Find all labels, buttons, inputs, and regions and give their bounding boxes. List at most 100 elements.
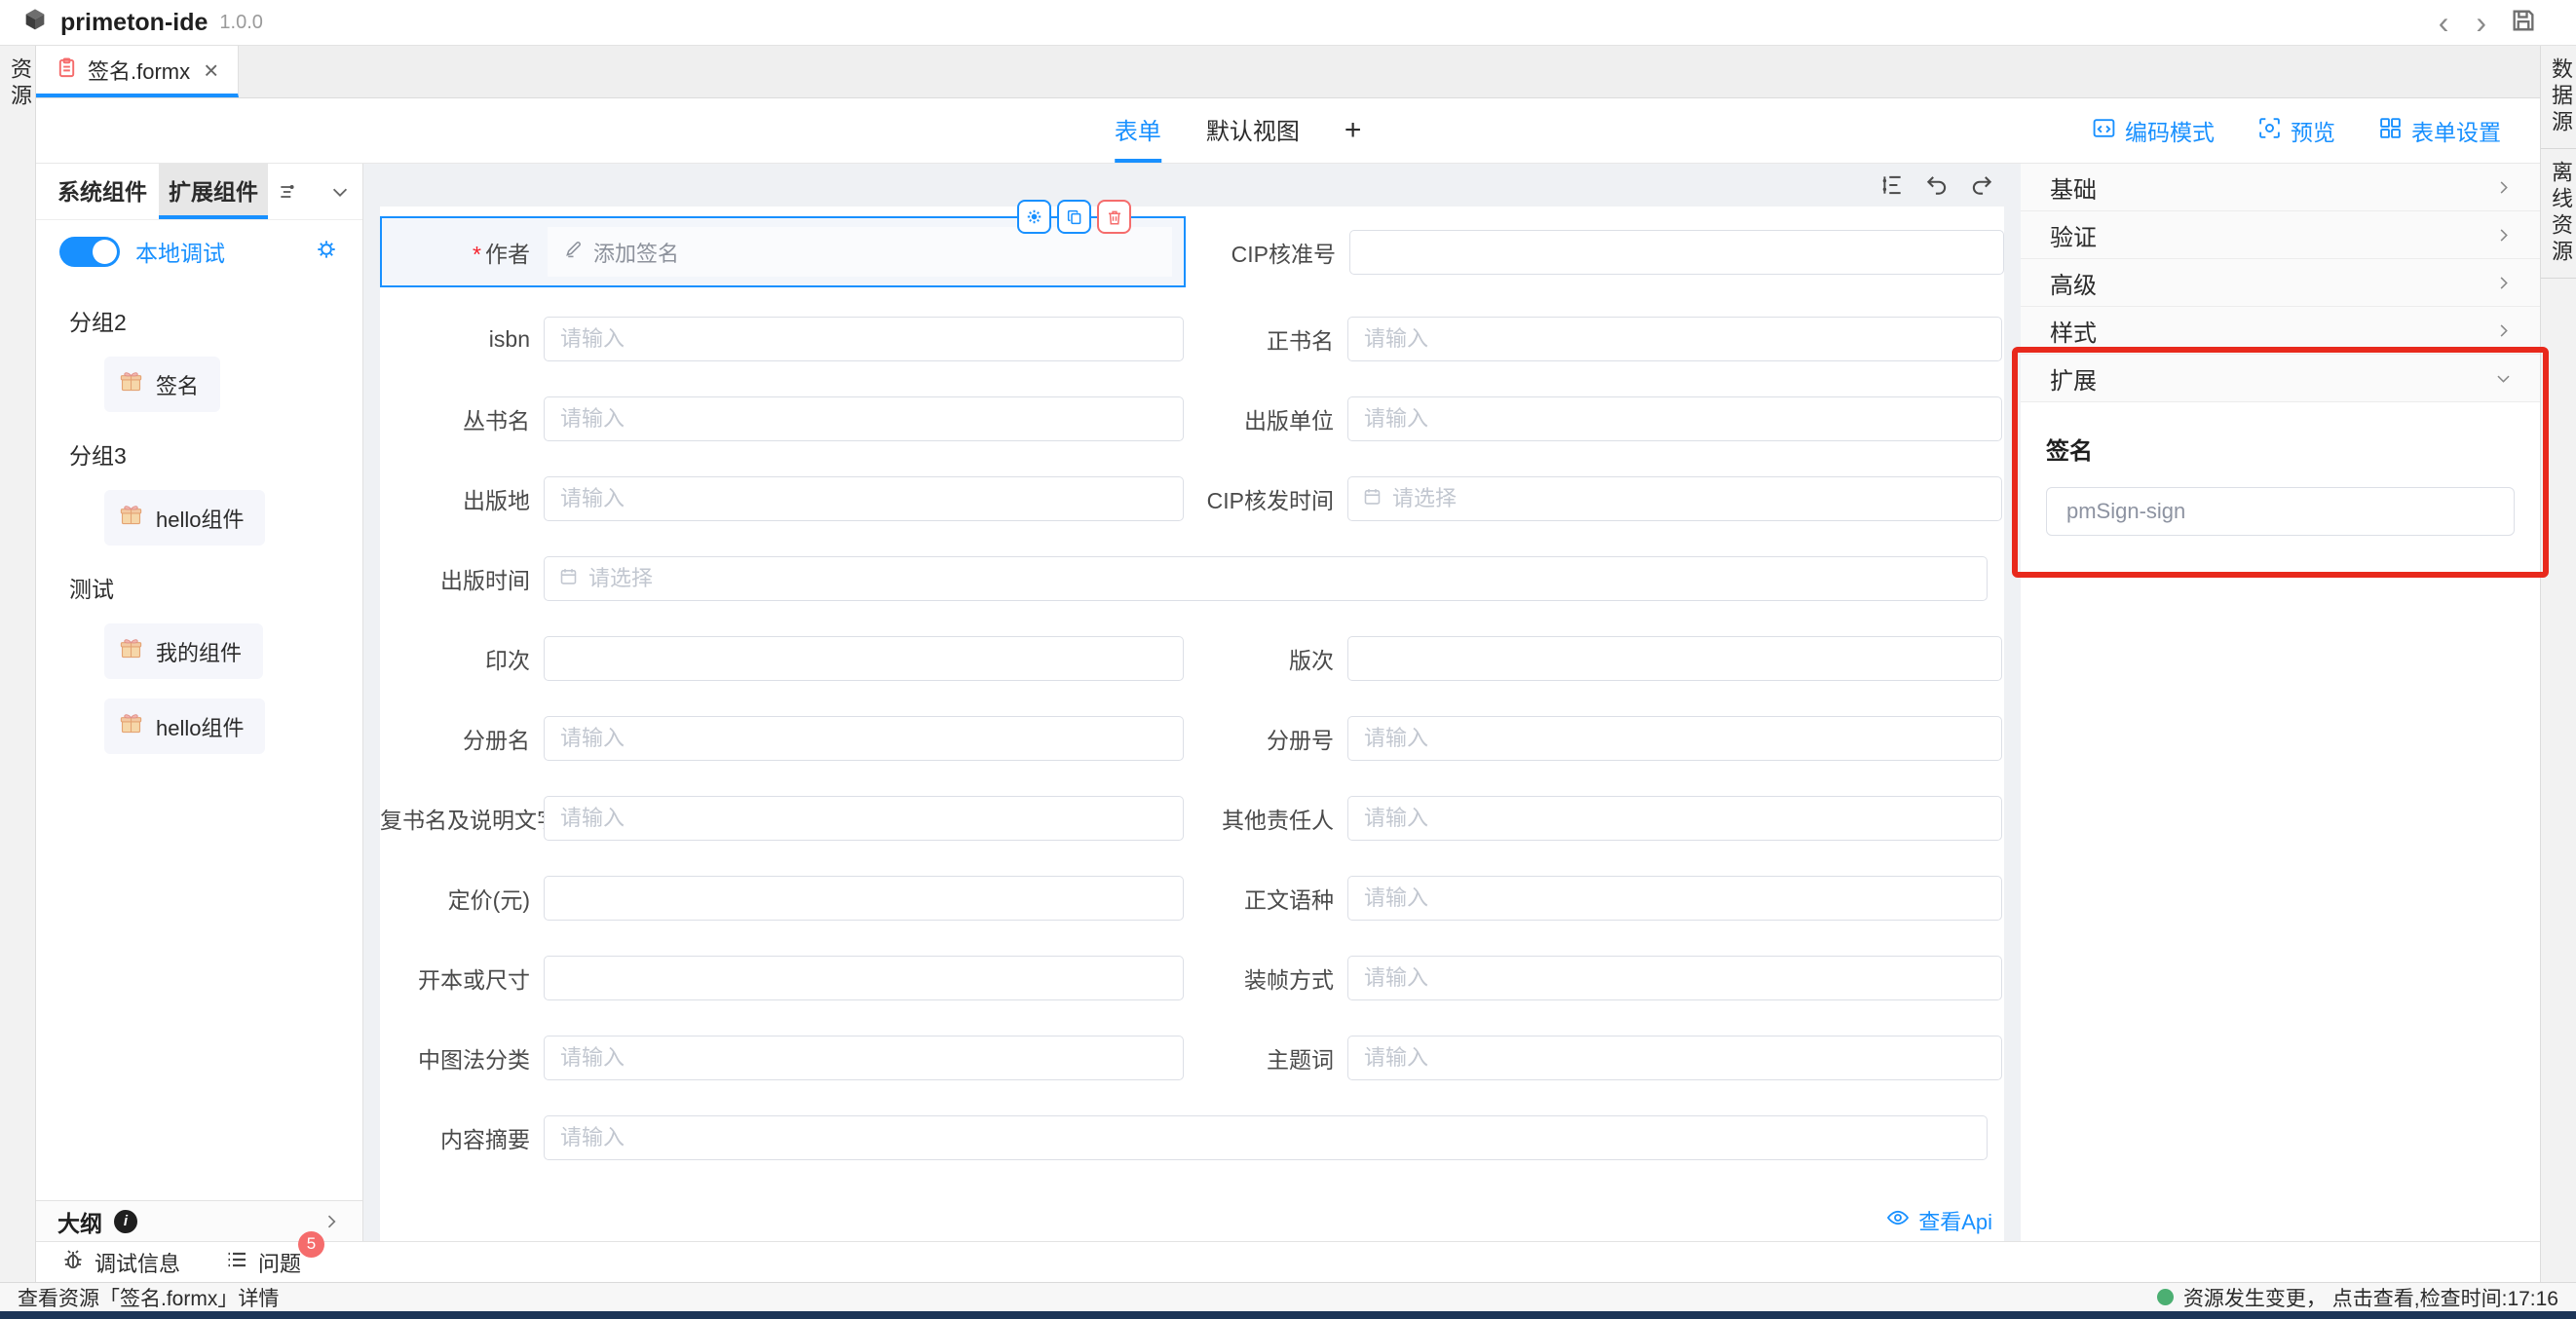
- tab-form[interactable]: 表单: [1115, 98, 1161, 163]
- preview-button[interactable]: 预览: [2257, 114, 2335, 147]
- form-input-series[interactable]: [544, 396, 1184, 441]
- form-input-isbn[interactable]: [544, 317, 1184, 361]
- form-cell: isbn: [380, 317, 1184, 361]
- local-debug-toggle[interactable]: [59, 237, 120, 267]
- component-filter-icon[interactable]: [278, 164, 297, 219]
- signature-prop-input[interactable]: [2046, 487, 2515, 536]
- form-input-subject[interactable]: [1347, 1036, 2002, 1080]
- component-card-hello[interactable]: hello组件: [104, 490, 265, 546]
- form-input-volume-no[interactable]: [1347, 716, 2002, 761]
- local-debug-label: 本地调试: [135, 235, 225, 268]
- outline-tree-icon[interactable]: [1879, 172, 1905, 198]
- form-label-series: 丛书名: [380, 402, 544, 435]
- local-debug-row: 本地调试: [36, 220, 362, 283]
- form-input-pubplace[interactable]: [544, 476, 1184, 521]
- cip-number-input[interactable]: [1349, 230, 2004, 275]
- component-card-label: hello组件: [156, 503, 244, 534]
- form-input-binding[interactable]: [1347, 956, 2002, 1000]
- form-row: 丛书名 出版单位: [380, 396, 2004, 441]
- offline-resources-vertical-tab[interactable]: 离线资源: [2541, 149, 2576, 279]
- component-card-signature[interactable]: 签名: [104, 357, 220, 412]
- component-settings-button[interactable]: [1017, 200, 1051, 234]
- status-right[interactable]: 资源发生变更， 点击查看,检查时间:17:16: [2157, 1283, 2558, 1312]
- chevron-right-icon[interactable]: [322, 1212, 341, 1231]
- add-view-button[interactable]: +: [1345, 98, 1362, 163]
- section-extension[interactable]: 扩展: [2021, 355, 2540, 402]
- form-input-edition[interactable]: [1347, 636, 2002, 681]
- component-card-label: 签名: [156, 369, 199, 400]
- form-input-impression[interactable]: [544, 636, 1184, 681]
- form-input-classification[interactable]: [544, 1036, 1184, 1080]
- group-title: 分组3: [69, 437, 362, 471]
- form-cell: 装帧方式: [1184, 956, 2002, 1000]
- form-input-abstract[interactable]: [544, 1115, 1988, 1160]
- work-row: 系统组件 扩展组件 本地调试: [36, 164, 2540, 1241]
- signature-prop-label: 签名: [2046, 432, 2515, 466]
- status-left-text[interactable]: 查看资源「签名.formx」详情: [18, 1283, 279, 1312]
- undo-icon[interactable]: [1924, 172, 1950, 198]
- form-input-subtitle[interactable]: [544, 796, 1184, 841]
- cip-date-picker[interactable]: [1347, 476, 2002, 521]
- form-input-language[interactable]: [1347, 876, 2002, 921]
- add-signature-control[interactable]: 添加签名: [548, 227, 1172, 277]
- file-tab-signature-formx[interactable]: 签名.formx ×: [36, 46, 239, 97]
- section-label: 验证: [2050, 218, 2097, 252]
- pen-icon: [563, 239, 584, 265]
- component-copy-button[interactable]: [1057, 200, 1091, 234]
- component-card-my-component[interactable]: 我的组件: [104, 623, 263, 679]
- form-input-price[interactable]: [544, 876, 1184, 921]
- form-label-pubplace: 出版地: [380, 482, 544, 515]
- section-style[interactable]: 样式: [2021, 307, 2540, 355]
- nav-back-icon[interactable]: ‹: [2425, 7, 2463, 38]
- save-icon[interactable]: [2510, 7, 2537, 39]
- problems-button[interactable]: 问题 5: [225, 1247, 301, 1278]
- group-title: 测试: [69, 571, 362, 604]
- form-input-title[interactable]: [1347, 317, 2002, 361]
- status-right-text: 资源发生变更， 点击查看,检查时间:17:16: [2183, 1283, 2558, 1312]
- component-groups: 分组2 签名 分组3 hello组件: [36, 283, 362, 1200]
- tab-extension-components[interactable]: 扩展组件: [159, 164, 268, 219]
- form-settings-label: 表单设置: [2411, 114, 2501, 147]
- data-source-vertical-tab[interactable]: 数据源: [2541, 46, 2576, 149]
- nav-forward-icon[interactable]: ›: [2462, 7, 2500, 38]
- form-input-format-size[interactable]: [544, 956, 1184, 1000]
- form-cell: 正书名: [1184, 317, 2002, 361]
- cip-number-label: CIP核准号: [1186, 236, 1349, 269]
- form-cell: 中图法分类: [380, 1036, 1184, 1080]
- form-cell: CIP核准号: [1186, 216, 2004, 287]
- main-row: 资源 签名.formx × 表单 默认视图 +: [0, 46, 2576, 1282]
- form-input-volume-name[interactable]: [544, 716, 1184, 761]
- section-basic[interactable]: 基础: [2021, 164, 2540, 211]
- code-mode-button[interactable]: 编码模式: [2092, 114, 2215, 147]
- form-row: isbn 正书名: [380, 317, 2004, 361]
- debug-info-button[interactable]: 调试信息: [61, 1247, 180, 1278]
- form-input-other-responsible[interactable]: [1347, 796, 2002, 841]
- right-edge-strip: 数据源 离线资源: [2540, 46, 2576, 1282]
- view-tabs: 表单 默认视图 +: [1115, 98, 1362, 163]
- tab-close-icon[interactable]: ×: [204, 57, 218, 83]
- sidebar-collapse-icon[interactable]: [329, 164, 351, 219]
- chevron-right-icon: [2494, 274, 2513, 292]
- component-delete-button[interactable]: [1097, 200, 1131, 234]
- section-validation[interactable]: 验证: [2021, 211, 2540, 259]
- tab-default-view[interactable]: 默认视图: [1206, 98, 1300, 163]
- form-label-price: 定价(元): [380, 882, 544, 915]
- pubdate-input[interactable]: [588, 566, 1973, 591]
- redo-icon[interactable]: [1969, 172, 1994, 198]
- eye-icon: [1886, 1206, 1910, 1235]
- component-card-hello-2[interactable]: hello组件: [104, 698, 265, 754]
- resources-vertical-tab[interactable]: 资源: [0, 46, 35, 122]
- form-design-panel: *作者 添加签名 CIP核准号: [380, 207, 2004, 1241]
- tab-system-components[interactable]: 系统组件: [48, 164, 157, 219]
- form-cell: 丛书名: [380, 396, 1184, 441]
- debug-info-label: 调试信息: [95, 1247, 180, 1278]
- form-label-subject: 主题词: [1184, 1041, 1347, 1074]
- selected-author-field[interactable]: *作者 添加签名: [380, 216, 1186, 287]
- cip-date-input[interactable]: [1392, 486, 1988, 511]
- form-label-volume-name: 分册名: [380, 722, 544, 755]
- form-settings-button[interactable]: 表单设置: [2378, 114, 2501, 147]
- debug-settings-gear-icon[interactable]: [314, 237, 339, 267]
- section-advanced[interactable]: 高级: [2021, 259, 2540, 307]
- pubdate-picker[interactable]: [544, 556, 1988, 601]
- form-input-publisher[interactable]: [1347, 396, 2002, 441]
